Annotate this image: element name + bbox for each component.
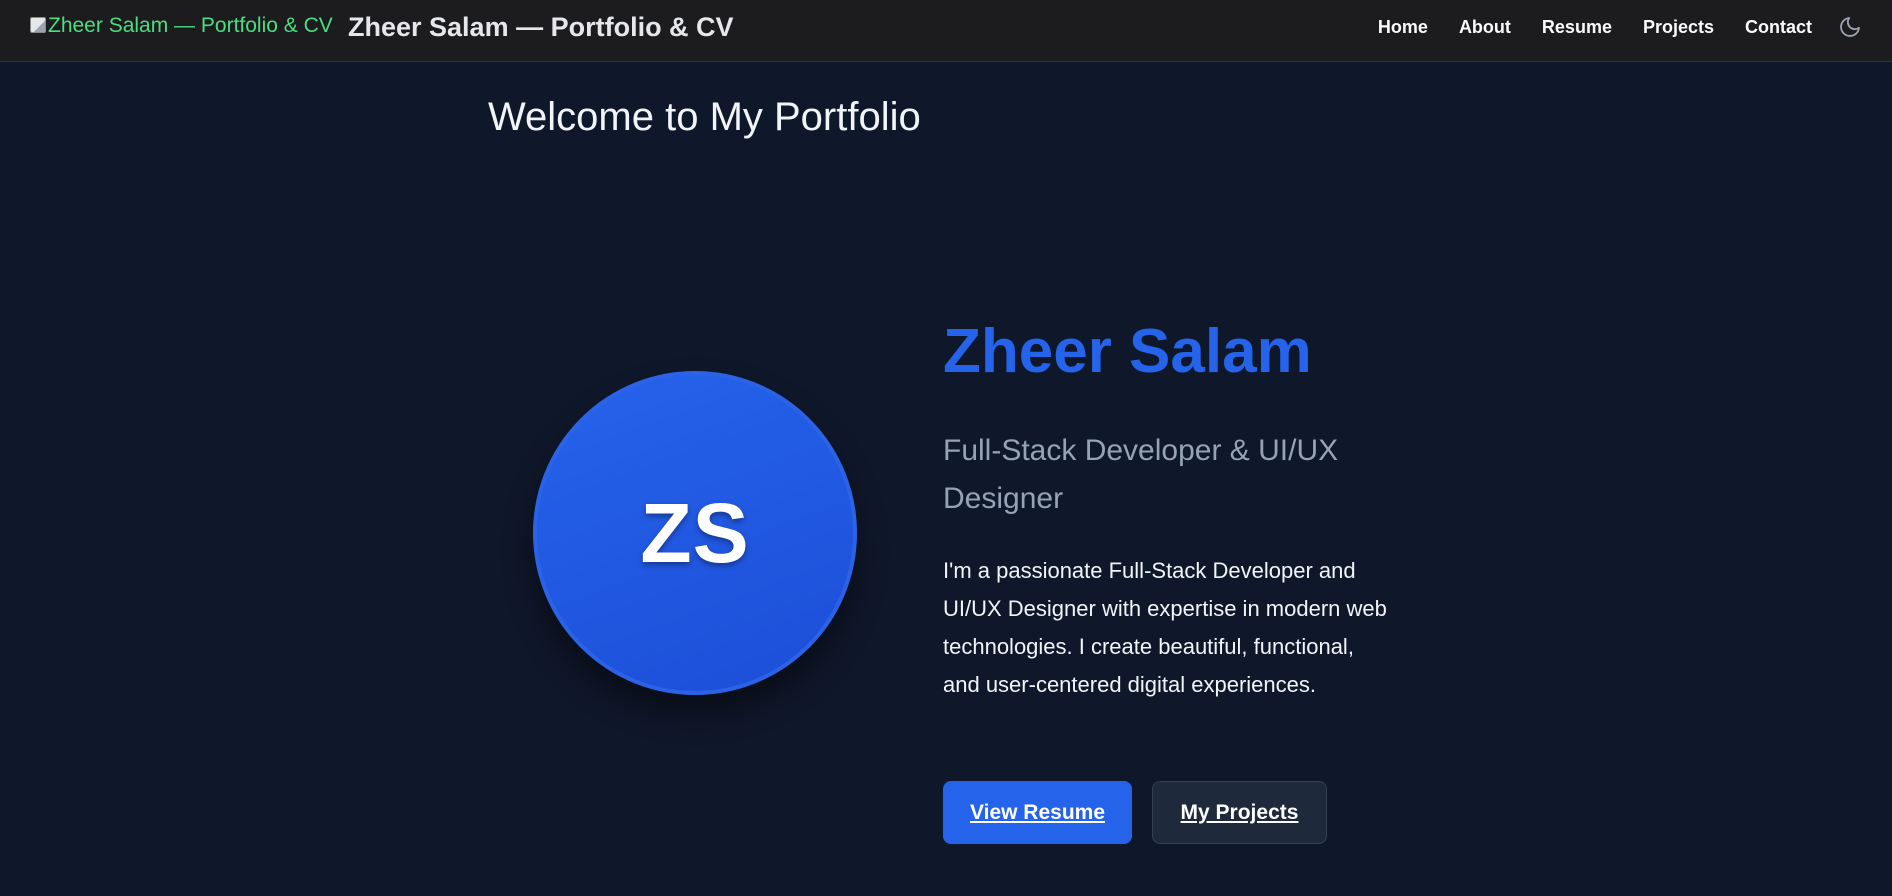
hero-name: Zheer Salam [943,317,1312,386]
avatar: ZS [533,371,857,695]
view-resume-button[interactable]: View Resume [943,781,1132,844]
logo-alt-text: Zheer Salam — Portfolio & CV [48,14,333,37]
page-heading: Welcome to My Portfolio [488,95,921,139]
hero-bio: I'm a passionate Full-Stack Developer an… [943,558,1387,697]
avatar-initials: ZS [640,485,750,580]
theme-toggle-button[interactable] [1838,15,1862,39]
hero-subtitle: Full-Stack Developer & UI/UX Designer [943,434,1339,515]
moon-icon [1840,17,1860,37]
nav-about[interactable]: About [1459,15,1511,39]
broken-logo-image[interactable]: Zheer Salam — Portfolio & CV [30,12,333,40]
main-nav: Home About Resume Projects Contact [1378,15,1812,39]
nav-home[interactable]: Home [1378,15,1428,39]
site-header: Zheer Salam — Portfolio & CV Zheer Salam… [0,0,1892,62]
nav-projects[interactable]: Projects [1643,15,1714,39]
site-title[interactable]: Zheer Salam — Portfolio & CV [348,11,734,43]
nav-contact[interactable]: Contact [1745,15,1812,39]
nav-resume[interactable]: Resume [1542,15,1612,39]
my-projects-button[interactable]: My Projects [1152,781,1327,844]
broken-image-icon [30,17,46,33]
